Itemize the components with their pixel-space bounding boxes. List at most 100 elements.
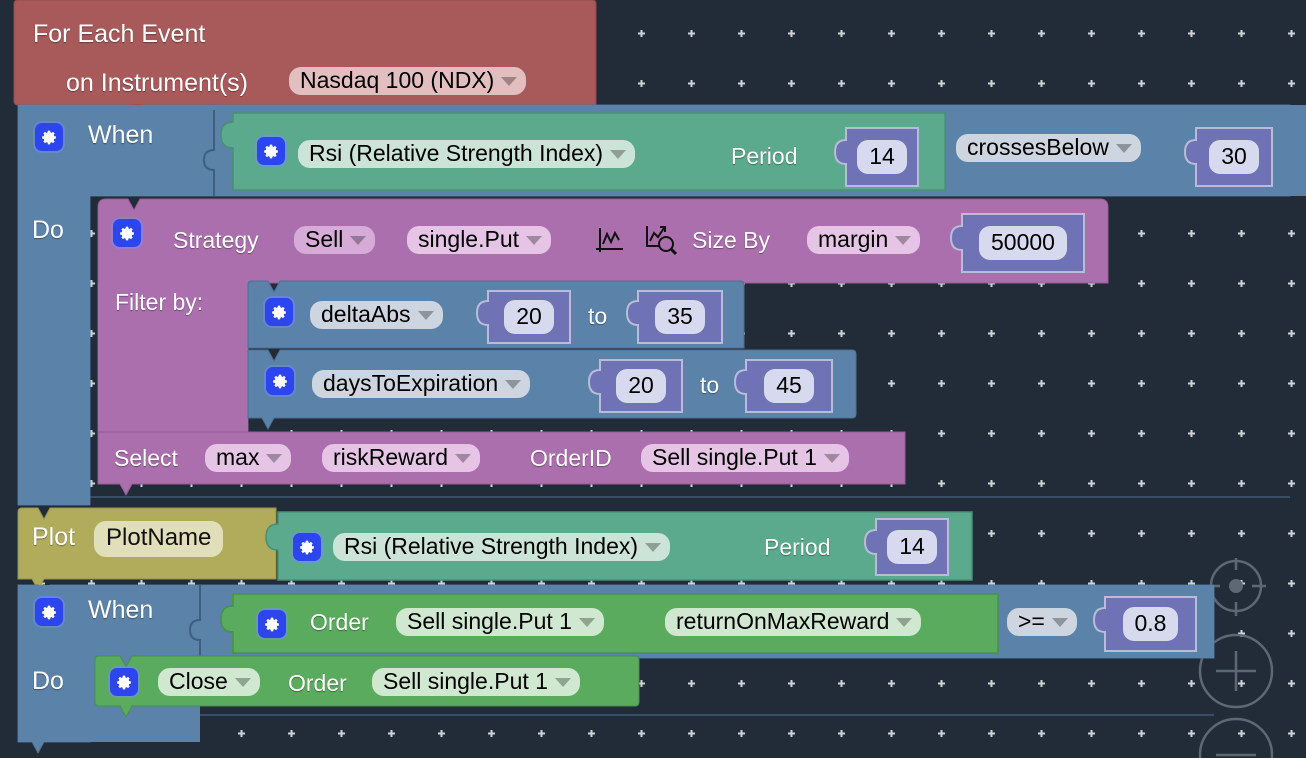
filter1-to-label: to [588,303,608,329]
filter2-gear-icon[interactable] [266,367,294,395]
close-action-value: Close [169,668,228,694]
rsi1-period-value: 14 [857,140,907,174]
when2-operator-value: >= [1018,608,1045,634]
when2-gear-icon[interactable] [35,598,63,626]
rsi1-period-label: Period [731,143,798,169]
filter1-to-block[interactable]: 35 [638,291,722,343]
select-label: Select [114,445,178,471]
filter2-to-value: 45 [764,369,814,403]
chevron-down-icon [501,77,518,86]
filter2-to-block[interactable]: 45 [746,360,832,412]
size-value: 50000 [979,226,1067,260]
chevron-down-icon [455,454,472,463]
size-by-dropdown[interactable]: margin [807,226,921,254]
when1-operator-value: crossesBelow [967,134,1109,160]
chevron-down-icon [645,543,662,552]
chevron-down-icon [1051,618,1068,627]
when2-operand-value: 0.8 [1122,607,1179,641]
when2-label: When [88,596,154,624]
select-agg-value: max [216,444,260,470]
filter2-from-value: 20 [616,369,666,403]
strategy-label: Strategy [173,227,259,253]
chevron-down-icon [610,150,627,159]
plot-name-input[interactable]: PlotName [94,521,224,557]
when2-metric-value: returnOnMaxReward [676,608,890,634]
filter1-gear-icon[interactable] [265,298,293,326]
do1-label: Do [32,216,64,244]
chevron-down-icon [1115,144,1132,153]
filter2-from-block[interactable]: 20 [600,360,682,412]
when2-order-label: Order [310,609,369,635]
close-order-label: Order [288,670,347,696]
chevron-down-icon [526,236,543,245]
strategy-side-dropdown[interactable]: Sell [294,226,376,254]
filter1-name-value: deltaAbs [321,301,411,327]
do2-label: Do [32,667,64,695]
select-metric-dropdown[interactable]: riskReward [322,444,481,472]
select-agg-dropdown[interactable]: max [205,444,292,472]
when1-operator-dropdown[interactable]: crossesBelow [956,134,1141,162]
rsi1-gear-icon[interactable] [257,137,285,165]
chevron-down-icon [266,454,283,463]
chevron-down-icon [895,236,912,245]
plot-name-value: PlotName [106,524,212,551]
chart-axis-icon[interactable] [594,225,626,257]
filter1-from-value: 20 [504,300,554,334]
when1-operand-block[interactable]: 30 [1196,128,1272,186]
when2-order-id-value: Sell single.Put 1 [407,608,572,634]
when2-operator-dropdown[interactable]: >= [1007,608,1077,636]
select-order-id-dropdown[interactable]: Sell single.Put 1 [641,444,849,472]
rsi1-indicator-dropdown[interactable]: Rsi (Relative Strength Index) [298,140,636,168]
select-metric-value: riskReward [333,444,449,470]
chevron-down-icon [823,454,840,463]
close-order-id-dropdown[interactable]: Sell single.Put 1 [372,668,580,696]
filter2-to-label: to [700,372,720,398]
filter2-name-value: daysToExpiration [323,370,499,396]
strategy-type-dropdown[interactable]: single.Put [407,226,552,254]
rsi2-period-label: Period [764,534,831,560]
when1-gear-icon[interactable] [35,123,63,151]
chevron-down-icon [234,678,251,687]
instrument-value: Nasdaq 100 (NDX) [300,67,495,93]
select-order-id-value: Sell single.Put 1 [652,444,817,470]
when1-label: When [88,121,154,149]
strategy-side-value: Sell [305,226,344,252]
size-by-label: Size By [692,227,770,253]
rsi2-indicator-dropdown[interactable]: Rsi (Relative Strength Index) [333,533,671,561]
order-gear-icon[interactable] [258,610,286,638]
rsi1-period-value-block[interactable]: 14 [846,128,918,186]
chevron-down-icon [505,380,522,389]
chevron-down-icon [578,618,595,627]
rsi2-period-value: 14 [887,530,937,564]
when2-metric-dropdown[interactable]: returnOnMaxReward [665,608,922,636]
when2-order-id-dropdown[interactable]: Sell single.Put 1 [396,608,604,636]
when1-operand-value: 30 [1209,140,1259,174]
size-value-block[interactable]: 50000 [962,214,1084,272]
plot-label: Plot [32,523,76,551]
order-id-label: OrderID [530,445,612,471]
rsi2-gear-icon[interactable] [293,533,321,561]
close-order-id-value: Sell single.Put 1 [383,668,548,694]
close-gear-icon[interactable] [110,668,138,696]
filter1-name-dropdown[interactable]: deltaAbs [310,301,443,329]
chart-magnifier-icon[interactable] [643,222,677,256]
filter1-to-value: 35 [655,300,705,334]
when2-operand-block[interactable]: 0.8 [1105,597,1196,651]
filter1-from-block[interactable]: 20 [488,291,570,343]
close-action-dropdown[interactable]: Close [158,668,260,696]
rsi2-period-value-block[interactable]: 14 [876,519,948,575]
size-by-value: margin [818,226,889,252]
chevron-down-icon [554,678,571,687]
strategy-gear-icon[interactable] [113,219,141,247]
chevron-down-icon [417,311,434,320]
rsi1-indicator-value: Rsi (Relative Strength Index) [309,140,604,166]
chevron-down-icon [896,618,913,627]
filter2-name-dropdown[interactable]: daysToExpiration [312,370,531,398]
instrument-dropdown[interactable]: Nasdaq 100 (NDX) [289,67,527,95]
chevron-down-icon [350,236,367,245]
filter-by-label: Filter by: [115,289,204,315]
rsi2-indicator-value: Rsi (Relative Strength Index) [344,533,639,559]
strategy-type-value: single.Put [418,226,520,252]
event-subtitle: on Instrument(s) [66,69,249,97]
event-title: For Each Event [33,20,206,48]
